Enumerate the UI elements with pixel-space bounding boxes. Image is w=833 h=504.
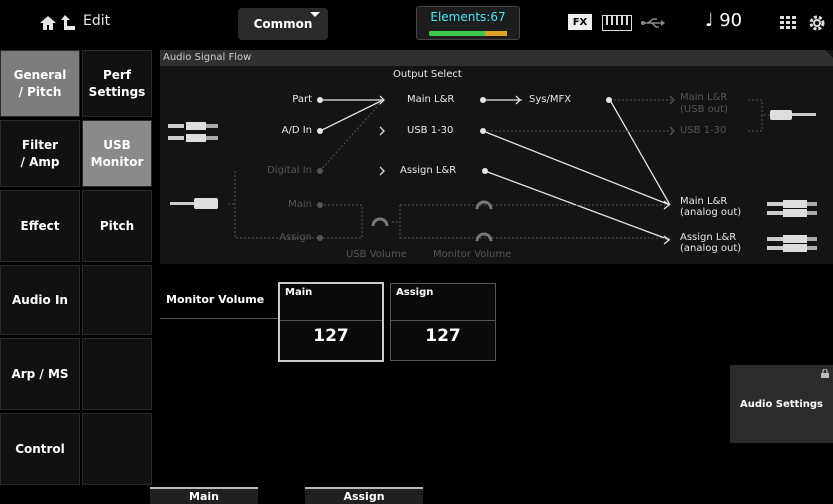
analog-out-assign-lr: Assign L&R (analog out) <box>680 232 742 254</box>
main-volume-header: Main <box>285 287 313 298</box>
bottom-tab-main[interactable]: Main <box>150 487 258 504</box>
output-assign-lr: Assign L&R <box>400 165 457 176</box>
input-digital-in: Digital In <box>267 165 312 176</box>
usb-out-1-30: USB 1-30 <box>680 125 727 136</box>
divider <box>160 318 278 319</box>
sys-mfx-label: Sys/MFX <box>529 94 572 105</box>
main-volume-value: 127 <box>313 326 349 346</box>
assign-volume-field[interactable]: Assign 127 <box>390 283 496 361</box>
lock-icon <box>821 368 829 381</box>
output-select-label: Output Select <box>393 69 462 80</box>
input-main: Main <box>288 199 312 210</box>
input-ad-in: A/D In <box>281 125 312 136</box>
divider <box>280 320 382 321</box>
monitor-volume-label: Monitor Volume <box>166 293 265 306</box>
analog-out-assign-icon <box>767 235 817 252</box>
output-usb-1-30: USB 1-30 <box>407 125 454 136</box>
input-part: Part <box>292 94 312 105</box>
digital-input-connector-icon <box>170 198 218 209</box>
ad-input-connector-icon <box>168 122 218 142</box>
divider <box>391 320 495 321</box>
monitor-volume-flow-label: Monitor Volume <box>433 249 512 260</box>
bottom-tab-assign[interactable]: Assign <box>305 487 423 504</box>
audio-settings-button[interactable]: Audio Settings <box>730 365 833 443</box>
input-assign: Assign <box>279 232 312 243</box>
output-main-lr: Main L&R <box>407 94 455 105</box>
usb-out-connector-icon <box>770 110 816 120</box>
audio-settings-label: Audio Settings <box>740 398 823 410</box>
analog-out-main-lr: Main L&R (analog out) <box>680 196 742 218</box>
usb-volume-label: USB Volume <box>346 249 407 260</box>
usb-out-main-lr: Main L&R (USB out) <box>680 92 728 115</box>
assign-volume-header: Assign <box>396 287 434 298</box>
assign-volume-value: 127 <box>425 326 461 346</box>
main-volume-field[interactable]: Main 127 <box>278 282 384 362</box>
analog-out-main-icon <box>767 200 817 217</box>
